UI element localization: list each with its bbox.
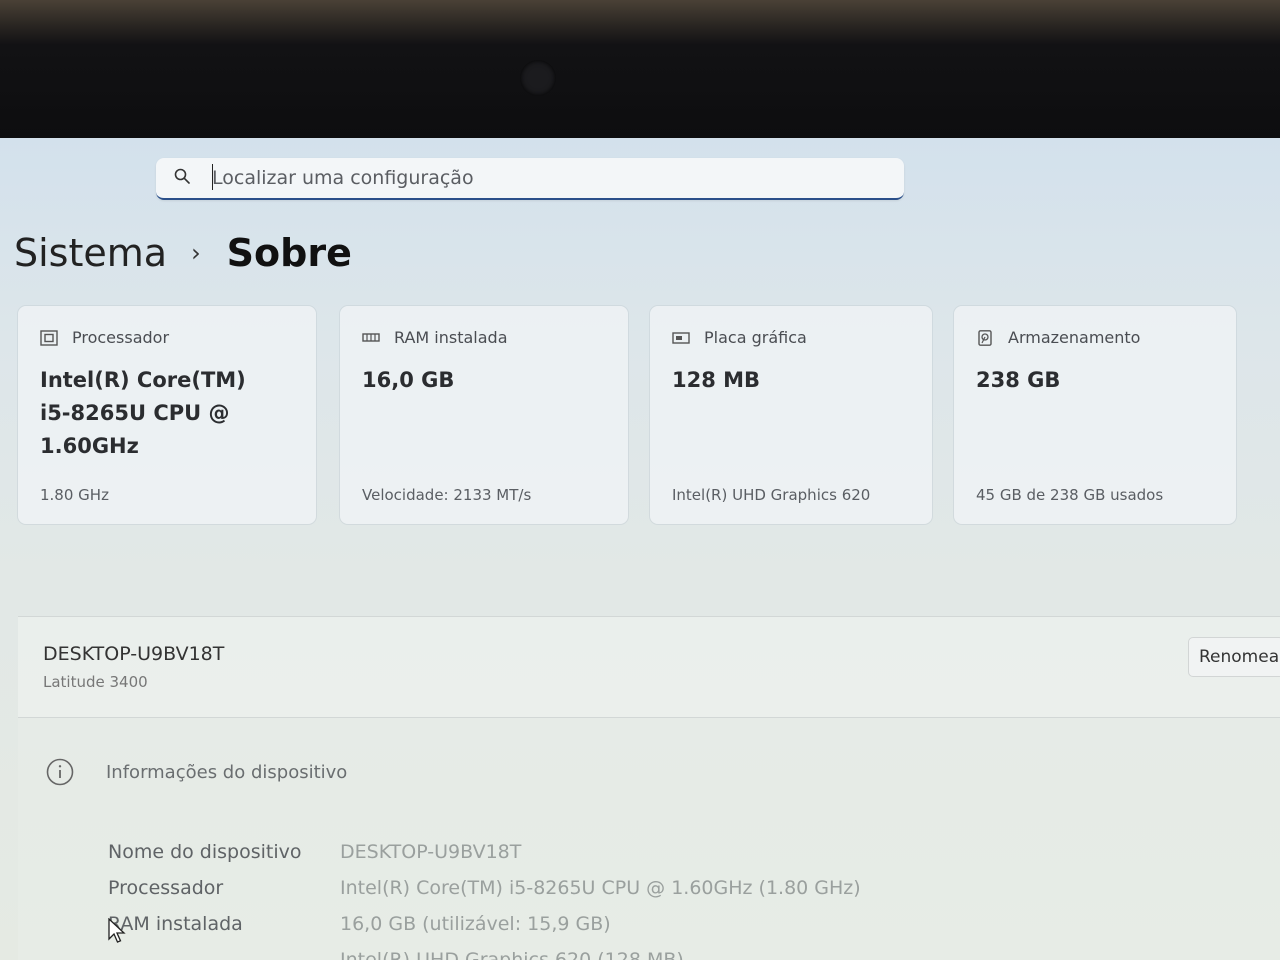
spec-subtext: Velocidade: 2133 MT/s [362, 486, 532, 504]
spec-row-label: Processador [108, 877, 224, 899]
spec-value-line: 16,0 GB [362, 368, 455, 392]
spec-value-line: i5-8265U CPU @ [40, 401, 230, 425]
device-model: Latitude 3400 [43, 673, 148, 691]
spec-row-label: Nome do dispositivo [108, 841, 302, 863]
rename-button[interactable]: Renomear [1188, 637, 1280, 677]
search-bar[interactable] [156, 158, 904, 200]
spec-card-storage: Armazenamento 238 GB 45 GB de 238 GB usa… [954, 306, 1236, 524]
spec-value-line: 1.60GHz [40, 434, 139, 458]
chevron-right-icon: › [191, 239, 201, 267]
spec-row: RAM instalada 16,0 GB (utilizável: 15,9 … [108, 910, 611, 938]
webcam [520, 60, 556, 96]
spec-title: Armazenamento [1008, 328, 1141, 347]
spec-row: Processador Intel(R) Core(TM) i5-8265U C… [108, 874, 861, 902]
device-name-section: DESKTOP-U9BV18T Latitude 3400 Renomear [18, 616, 1280, 718]
processor-icon [40, 329, 58, 346]
storage-icon [978, 329, 992, 346]
text-caret [212, 164, 213, 190]
spec-row: Nome do dispositivo DESKTOP-U9BV18T [108, 838, 521, 866]
spec-value-line: 238 GB [976, 368, 1061, 392]
page-title: Sobre [226, 231, 352, 275]
device-info-title: Informações do dispositivo [106, 761, 348, 783]
search-input[interactable] [212, 165, 872, 191]
device-info-section[interactable]: Informações do dispositivo Nome do dispo… [18, 718, 1280, 960]
spec-value: 128 MB [672, 364, 760, 397]
spec-title: RAM instalada [394, 328, 508, 347]
breadcrumb: Sistema › Sobre [14, 228, 352, 278]
graphics-card-icon [672, 331, 690, 344]
breadcrumb-parent-sistema[interactable]: Sistema [14, 231, 167, 275]
spec-row-value: 16,0 GB (utilizável: 15,9 GB) [340, 913, 611, 935]
spec-row-label: RAM instalada [108, 913, 243, 935]
spec-subtext: Intel(R) UHD Graphics 620 [672, 486, 871, 504]
spec-card-processor: Processador Intel(R) Core(TM) i5-8265U C… [18, 306, 316, 524]
spec-title: Placa gráfica [704, 328, 807, 347]
spec-value: Intel(R) Core(TM) i5-8265U CPU @ 1.60GHz [40, 364, 246, 463]
spec-value-line: 128 MB [672, 368, 761, 392]
mouse-cursor-icon [108, 918, 126, 943]
spec-value: 16,0 GB [362, 364, 454, 397]
spec-value: 238 GB [976, 364, 1060, 397]
spec-row-value: Intel(R) Core(TM) i5-8265U CPU @ 1.60GHz… [340, 877, 861, 899]
settings-window: Sistema › Sobre Processador Intel(R) Cor… [0, 138, 1280, 960]
spec-row: Intel(R) UHD Graphics 620 (128 MB) [108, 946, 684, 960]
spec-subtext: 1.80 GHz [40, 486, 109, 504]
monitor-bezel [0, 0, 1280, 138]
spec-title: Processador [72, 328, 170, 347]
spec-card-ram: RAM instalada 16,0 GB Velocidade: 2133 M… [340, 306, 628, 524]
spec-value-line: Intel(R) Core(TM) [40, 368, 246, 392]
info-icon [46, 758, 74, 786]
spec-row-value: Intel(R) UHD Graphics 620 (128 MB) [340, 949, 684, 960]
search-icon [174, 168, 190, 184]
spec-card-graphics: Placa gráfica 128 MB Intel(R) UHD Graphi… [650, 306, 932, 524]
device-name: DESKTOP-U9BV18T [43, 643, 225, 665]
spec-row-value: DESKTOP-U9BV18T [340, 841, 522, 863]
ram-icon [362, 332, 380, 342]
spec-subtext: 45 GB de 238 GB usados [976, 486, 1164, 504]
